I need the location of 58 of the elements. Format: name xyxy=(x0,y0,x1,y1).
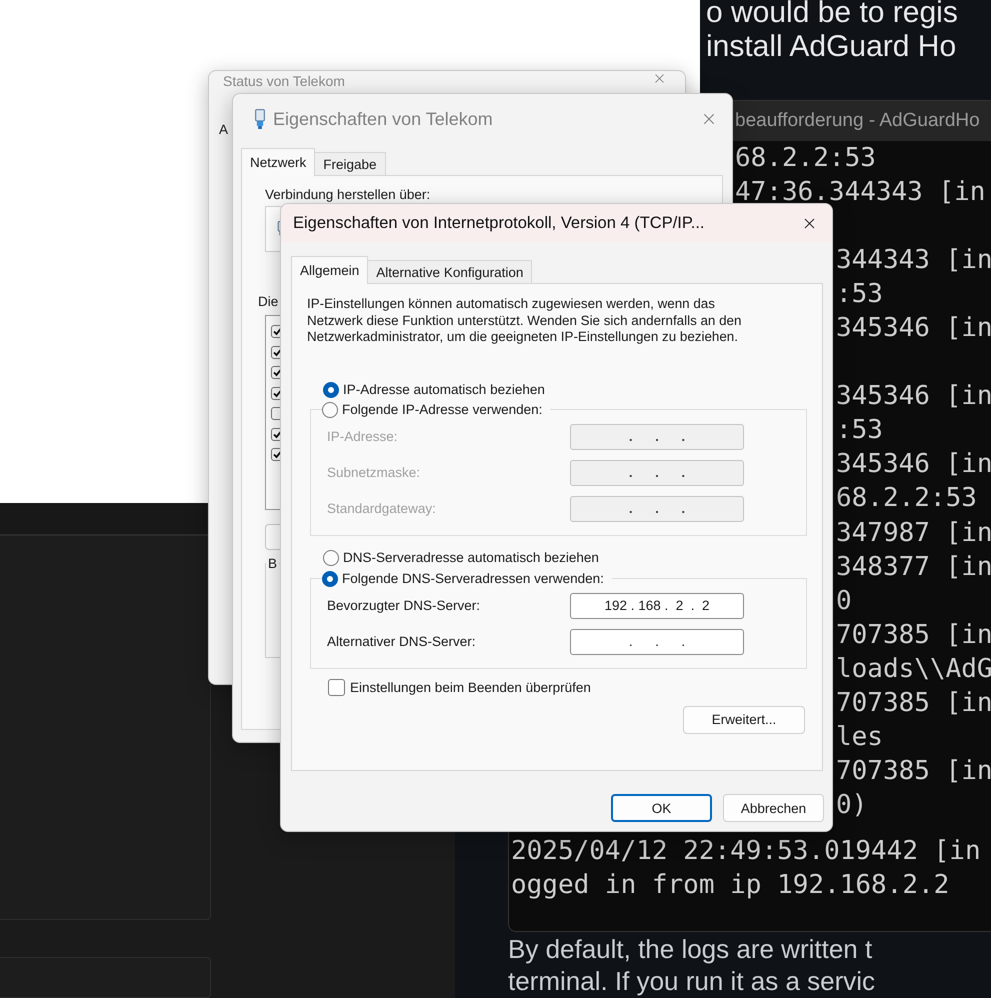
description-text: IP-Einstellungen können automatisch zugewiesen werden, wenn das Netzwerk diese Funktion unterstützt. Wenden Sie sich andernfalls an den Netzwerkadministrator, um die geeigneten IP-Einstellungen zu beziehen. xyxy=(307,296,742,346)
radio-button[interactable] xyxy=(322,402,338,418)
terminal-line: 0 xyxy=(836,586,852,616)
article-text: By default, the logs are written t xyxy=(508,933,874,965)
terminal-line: 47:36.344343 [in xyxy=(735,177,986,208)
terminal-line: 345346 [in xyxy=(836,381,991,412)
terminal-line: 347987 [in xyxy=(836,518,991,548)
terminal-line: 344343 [in xyxy=(836,245,991,276)
terminal-line: 2025/04/12 22:49:53.019442 [in xyxy=(511,836,981,866)
article-text: install AdGuard Ho xyxy=(706,30,958,64)
window-title: Status von Telekom xyxy=(223,72,345,91)
terminal-line: 707385 [in xyxy=(836,620,991,650)
article-text: terminal. If you run it as a servic xyxy=(508,965,876,997)
terminal-line: :53 xyxy=(836,279,883,310)
article-text: o would be to regis xyxy=(706,0,958,30)
radio-button[interactable] xyxy=(323,550,339,566)
advanced-button[interactable]: Erweitert... xyxy=(683,706,805,734)
radio-button[interactable] xyxy=(322,570,338,586)
tab[interactable]: Alternative Konfiguration xyxy=(367,260,532,284)
terminal-line: 707385 [in xyxy=(836,688,991,718)
terminal-line: 0) xyxy=(836,790,868,820)
dialog-button[interactable]: Abbrechen xyxy=(723,794,824,822)
option-label: Folgende DNS-Serveradressen verwenden: xyxy=(342,571,604,586)
group-label: B xyxy=(267,556,278,571)
option-label: Einstellungen beim Beenden überprüfen xyxy=(350,680,591,695)
terminal-line: 68.2.2:53 xyxy=(836,483,977,514)
terminal-line: 68.2.2:53 xyxy=(735,143,876,174)
terminal-line: 348377 [in xyxy=(836,552,991,582)
terminal-line: les xyxy=(836,722,883,752)
tab[interactable]: Netzwerk xyxy=(241,148,316,176)
network-adapter-icon xyxy=(253,109,267,129)
option-label: DNS-Serveradresse automatisch beziehen xyxy=(343,550,599,565)
field-label: Bevorzugter DNS-Server: xyxy=(327,598,480,613)
field-label: IP-Adresse: xyxy=(327,429,398,444)
window-title: Eigenschaften von Telekom xyxy=(273,108,493,130)
radio-button[interactable] xyxy=(323,382,339,398)
tab[interactable]: Allgemein xyxy=(291,256,368,284)
field-label: Die xyxy=(258,294,278,309)
terminal-line: 345346 [in xyxy=(836,313,991,344)
field-label: Verbindung herstellen über: xyxy=(265,187,430,202)
ip-address-field[interactable]: . . . xyxy=(570,628,744,654)
option-label: Folgende IP-Adresse verwenden: xyxy=(342,402,542,417)
option-label: IP-Adresse automatisch beziehen xyxy=(343,382,545,397)
terminal-line: :53 xyxy=(836,415,883,446)
terminal-line: 707385 [in xyxy=(836,756,991,786)
ip-address-field[interactable]: 192 . 168 . 2 . 2 xyxy=(570,592,744,618)
dialog-button[interactable]: OK xyxy=(611,794,712,822)
field-label: Subnetzmaske: xyxy=(327,465,420,480)
window-title: beaufforderung - AdGuardHo xyxy=(735,110,980,132)
field-label: Standardgateway: xyxy=(327,501,436,516)
field-label: Alternativer DNS-Server: xyxy=(327,634,476,649)
window-title: Eigenschaften von Internetprotokoll, Version 4 (TCP/IP... xyxy=(293,214,705,232)
terminal-line: ogged in from ip 192.168.2.2 xyxy=(511,870,950,900)
tab[interactable]: Freigabe xyxy=(314,152,386,176)
checkbox[interactable] xyxy=(328,679,345,696)
terminal-line: 345346 [in xyxy=(836,449,991,480)
terminal-line: loads\\AdG xyxy=(836,654,991,684)
tab[interactable]: A xyxy=(219,122,228,137)
